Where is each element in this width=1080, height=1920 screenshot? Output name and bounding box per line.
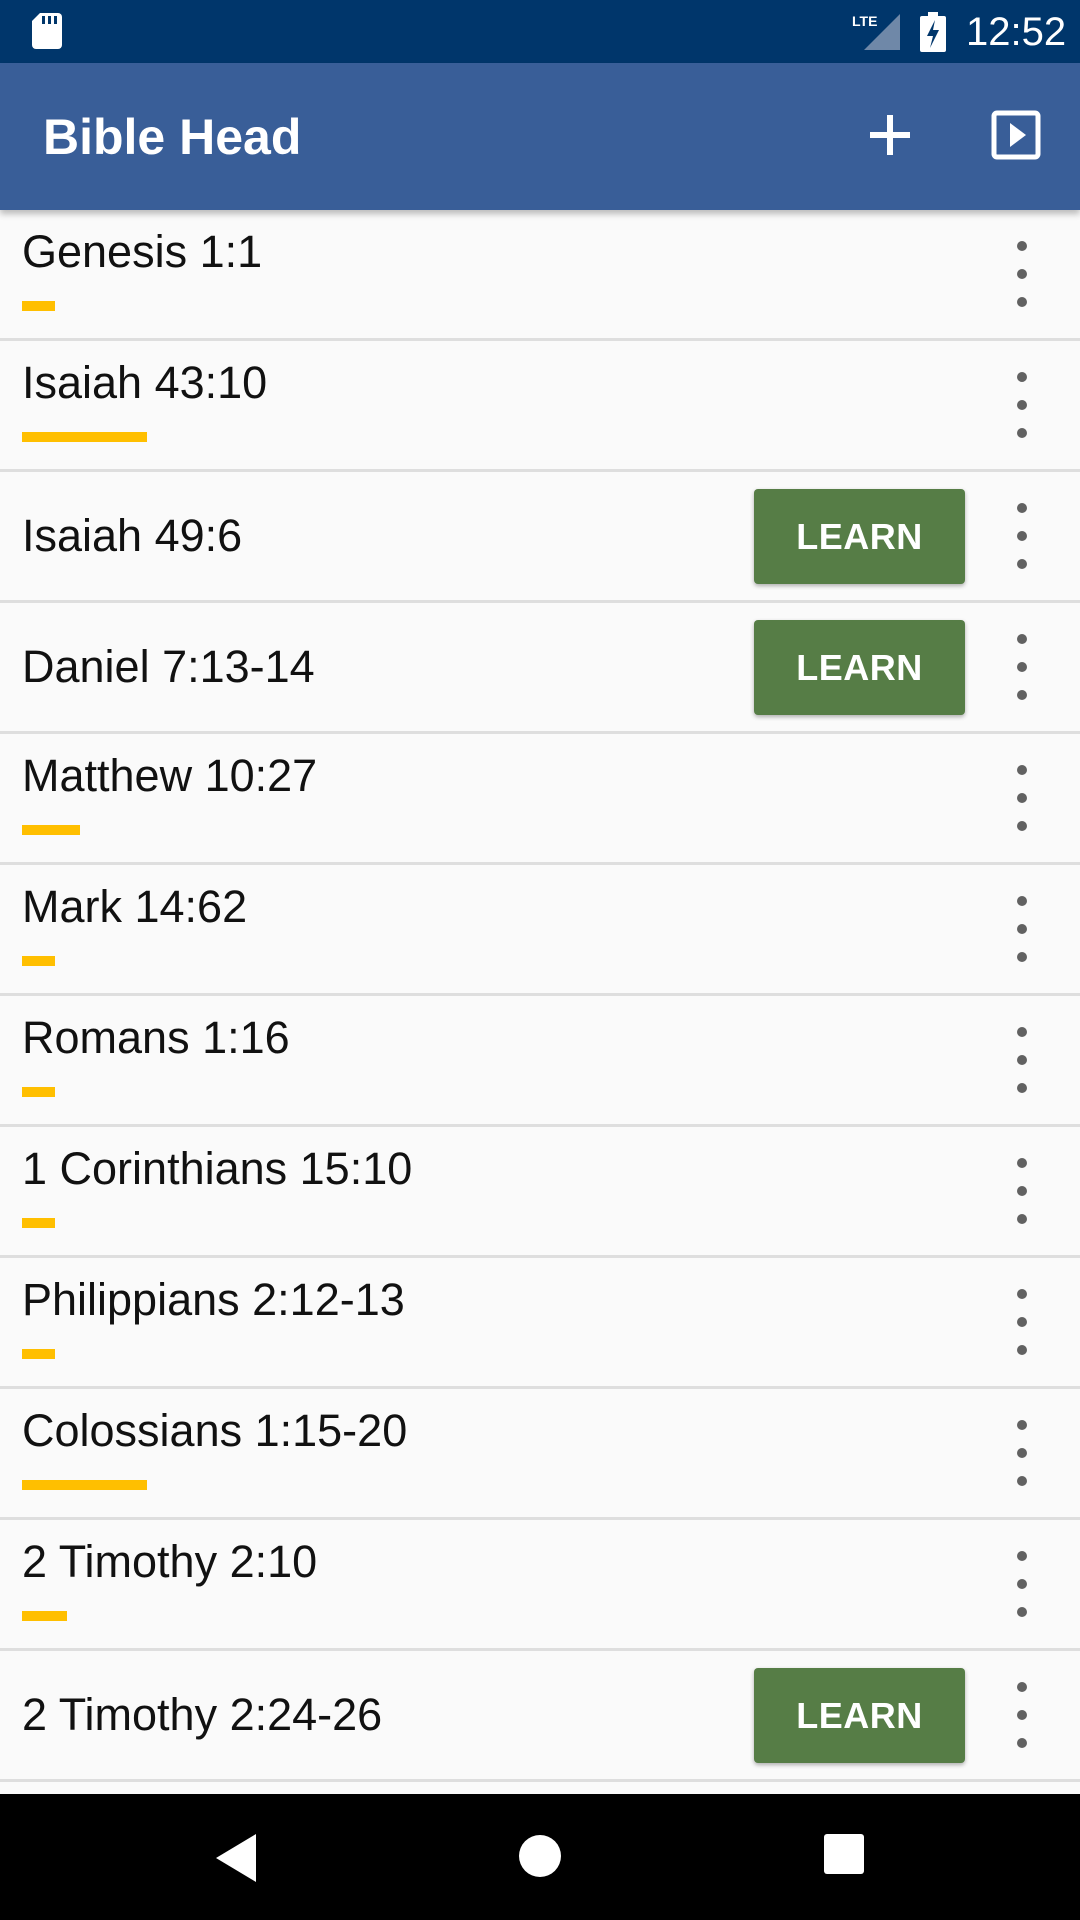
home-icon[interactable] [518,1834,562,1878]
verse-reference: Colossians 1:15-20 [22,1405,408,1456]
memorization-progress-bar [22,956,55,966]
verse-row[interactable]: Isaiah 49:6 LEARN [0,472,1080,603]
verse-reference: Philippians 2:12-13 [22,1274,405,1325]
memorization-progress-bar [22,1218,55,1228]
more-options-icon[interactable] [1002,1675,1042,1755]
verse-reference: Isaiah 49:6 [22,510,243,561]
verse-row[interactable]: Mark 14:62 [0,865,1080,996]
app-bar: Bible Head [0,63,1080,210]
more-options-icon[interactable] [1002,1544,1042,1624]
more-options-icon[interactable] [1002,1413,1042,1493]
more-options-icon[interactable] [1002,1020,1042,1100]
verse-row[interactable]: Genesis 1:1 [0,210,1080,341]
learn-button[interactable]: LEARN [754,620,965,715]
sd-card-icon [32,13,62,49]
verse-row[interactable]: Romans 1:16 [0,996,1080,1127]
app-title: Bible Head [43,109,302,165]
play-icon[interactable] [986,105,1046,165]
verse-reference: Daniel 7:13-14 [22,641,315,692]
verse-row[interactable]: 2 Timothy 2:10 [0,1520,1080,1651]
more-options-icon[interactable] [1002,1282,1042,1362]
verse-list: Genesis 1:1 Isaiah 43:10 Isaiah 49:6 LEARN D… [0,210,1080,1794]
verse-row[interactable]: 2 Timothy 2:24-26 LEARN [0,1651,1080,1782]
status-bar: LTE 12:52 [0,0,1080,63]
verse-reference: Matthew 10:27 [22,750,318,801]
verse-row[interactable]: 1 Corinthians 15:10 [0,1127,1080,1258]
back-icon[interactable] [212,1832,260,1884]
verse-reference: Genesis 1:1 [22,226,263,277]
more-options-icon[interactable] [1002,365,1042,445]
more-options-icon[interactable] [1002,889,1042,969]
more-options-icon[interactable] [1002,627,1042,707]
clock: 12:52 [966,10,1067,54]
memorization-progress-bar [22,1611,67,1621]
memorization-progress-bar [22,825,80,835]
memorization-progress-bar [22,432,147,442]
verse-row[interactable]: Philippians 2:12-13 [0,1258,1080,1389]
more-options-icon[interactable] [1002,758,1042,838]
verse-row[interactable]: Daniel 7:13-14 LEARN [0,603,1080,734]
verse-reference: 1 Corinthians 15:10 [22,1143,413,1194]
verse-row[interactable] [0,1782,1080,1794]
memorization-progress-bar [22,1480,147,1490]
verse-reference: Romans 1:16 [22,1012,290,1063]
network-label: LTE [852,13,877,29]
verse-reference: Isaiah 43:10 [22,357,268,408]
verse-row[interactable]: Matthew 10:27 [0,734,1080,865]
more-options-icon[interactable] [1002,496,1042,576]
verse-row[interactable]: Isaiah 43:10 [0,341,1080,472]
battery-charging-icon [920,12,946,52]
verse-reference: Mark 14:62 [22,881,248,932]
verse-row[interactable]: Colossians 1:15-20 [0,1389,1080,1520]
signal-lte-icon: LTE [852,13,900,50]
navigation-bar [0,1794,1080,1920]
memorization-progress-bar [22,1087,55,1097]
more-options-icon[interactable] [1002,1151,1042,1231]
learn-button[interactable]: LEARN [754,1668,965,1763]
verse-reference: 2 Timothy 2:24-26 [22,1689,383,1740]
verse-reference: 2 Timothy 2:10 [22,1536,318,1587]
memorization-progress-bar [22,1349,55,1359]
memorization-progress-bar [22,301,55,311]
recent-apps-icon[interactable] [824,1834,864,1874]
add-icon[interactable] [860,105,920,165]
more-options-icon[interactable] [1002,234,1042,314]
learn-button[interactable]: LEARN [754,489,965,584]
